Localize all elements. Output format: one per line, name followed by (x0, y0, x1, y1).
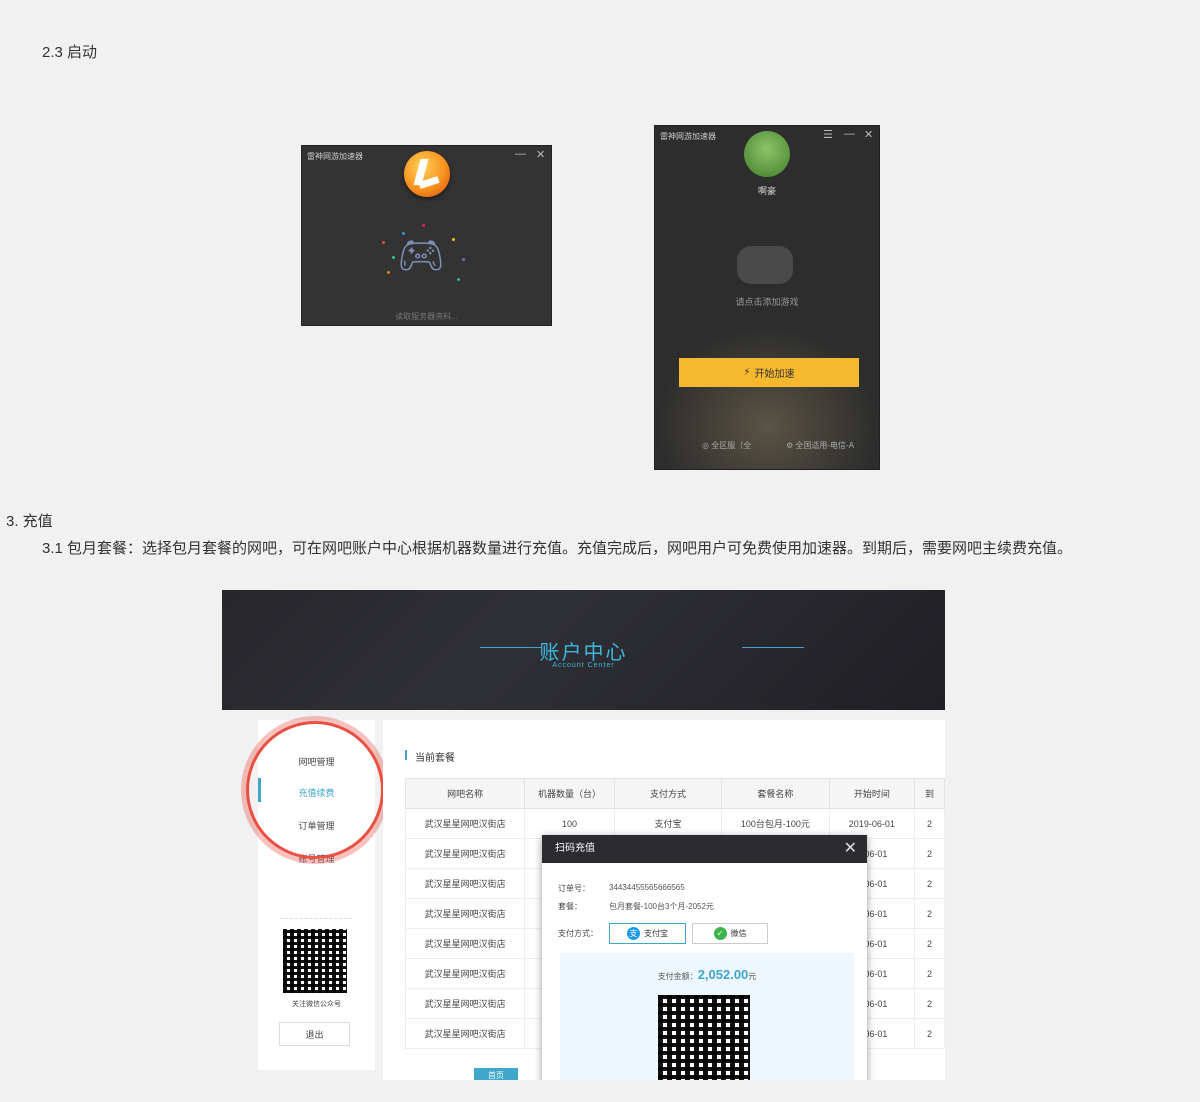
network-line-selector[interactable]: ⚙ 全国适用-电信-A (786, 440, 854, 451)
modal-title: 扫码充值 (555, 843, 595, 854)
section-heading-2-3: 2.3 启动 (42, 44, 98, 61)
menu-icon[interactable]: ☰ (823, 128, 833, 141)
minimize-icon[interactable]: — (515, 148, 526, 160)
table-cell: 2 (914, 868, 945, 899)
highlight-circle (246, 721, 384, 859)
lightning-icon: ⚡ (743, 367, 751, 378)
table-cell: 2 (914, 958, 945, 989)
table-cell: 武汉星星网吧汉街店 (404, 868, 526, 899)
table-cell: 2019-06-01 (828, 808, 916, 839)
gamepad-icon: 🎮︎ (397, 235, 446, 277)
wechat-option[interactable]: ✓ 微信 (692, 923, 768, 944)
column-header: 机器数量（台） (524, 778, 615, 809)
server-region-selector[interactable]: ◎ 全区服（全 (702, 440, 751, 451)
package-value: 包月套餐-100台3个月-2052元 (609, 902, 714, 911)
pay-method-label: 支付方式： (558, 929, 598, 938)
table-cell: 100台包月-100元 (721, 808, 830, 839)
wechat-qr-code (283, 929, 347, 993)
username: 啊豪 (757, 186, 776, 196)
table-cell: 武汉星星网吧汉街店 (404, 808, 526, 839)
table-cell: 100 (524, 808, 615, 839)
column-header: 开始时间 (828, 778, 916, 809)
page-subtitle: Account Center (552, 662, 615, 669)
qr-caption: 关注微信公众号 (292, 1001, 341, 1008)
account-header: 账户中心 Account Center (222, 590, 945, 710)
wechat-label: 微信 (730, 929, 747, 938)
alipay-icon: 支 (627, 927, 640, 940)
table-cell: 2 (914, 838, 945, 869)
add-game-gamepad-icon[interactable] (737, 246, 793, 284)
table-cell: 2 (914, 808, 945, 839)
table-cell: 武汉星星网吧汉街店 (404, 898, 526, 929)
table-cell: 武汉星星网吧汉街店 (404, 958, 526, 989)
launcher-main-window: 雷神网游加速器 ☰ — ✕ 啊豪 请点击添加游戏 ⚡ 开始加速 ◎ 全区服（全 … (654, 125, 880, 470)
alipay-option[interactable]: 支 支付宝 (609, 923, 686, 944)
table-cell: 2 (914, 988, 945, 1019)
column-header: 支付方式 (613, 778, 723, 809)
loading-text: 读取服务器资料... (395, 312, 458, 321)
payment-qr-code (658, 995, 750, 1080)
table-cell: 支付宝 (613, 808, 723, 839)
column-header: 到 (914, 778, 945, 809)
table-cell: 武汉星星网吧汉街店 (404, 988, 526, 1019)
scan-pay-modal: 扫码充值 ✕ 订单号： 34434455565666565 套餐： 包月套餐-1… (542, 835, 867, 1080)
qr-payment-area: 支付金额：2,052.00元 (560, 953, 854, 1080)
account-center-screenshot: 账户中心 Account Center 网吧管理 充值续费 订单管理 账号管理 … (222, 590, 945, 1080)
table-row: 武汉星星网吧汉街店 100 支付宝 100台包月-100元 2019-06-01 2 (404, 808, 945, 839)
close-icon[interactable]: ✕ (864, 128, 873, 141)
wechat-pay-icon: ✓ (713, 927, 727, 940)
launcher-loading-window: 雷神网游加速器 — ✕ 🎮︎ 读取服务器资料... (301, 145, 552, 326)
table-cell: 武汉星星网吧汉街店 (404, 1018, 526, 1049)
table-cell: 2 (914, 1018, 945, 1049)
avatar[interactable] (744, 131, 790, 177)
column-header: 套餐名称 (721, 778, 830, 809)
table-cell: 武汉星星网吧汉街店 (404, 838, 526, 869)
table-cell: 武汉星星网吧汉街店 (404, 928, 526, 959)
section-heading-3: 3. 充值 (6, 513, 53, 530)
first-page-button[interactable]: 首页 (474, 1068, 518, 1080)
logout-button[interactable]: 退出 (279, 1022, 350, 1046)
section-title: 当前套餐 (405, 749, 455, 764)
add-game-hint[interactable]: 请点击添加游戏 (655, 295, 879, 308)
minimize-icon[interactable]: — (844, 128, 855, 140)
page-title: 账户中心 (539, 642, 628, 664)
app-logo-icon (404, 151, 450, 197)
close-icon[interactable]: ✕ (844, 835, 857, 863)
window-title: 雷神网游加速器 (307, 152, 363, 161)
window-title: 雷神网游加速器 (660, 132, 716, 141)
table-cell: 2 (914, 898, 945, 929)
alipay-label: 支付宝 (644, 929, 668, 938)
start-button-label: 开始加速 (754, 369, 795, 380)
column-header: 网吧名称 (404, 778, 526, 809)
start-acceleration-button[interactable]: ⚡ 开始加速 (679, 358, 859, 387)
order-value: 34434455565666565 (609, 883, 685, 892)
paragraph-3-1: 3.1 包月套餐：选择包月套餐的网吧，可在网吧账户中心根据机器数量进行充值。充值… (42, 540, 1073, 557)
table-cell: 2 (914, 928, 945, 959)
modal-header: 扫码充值 ✕ (542, 835, 867, 863)
payment-amount: 支付金额：2,052.00元 (657, 967, 757, 982)
close-icon[interactable]: ✕ (536, 148, 545, 161)
order-label: 订单号： (558, 884, 590, 893)
package-label: 套餐： (558, 902, 582, 911)
